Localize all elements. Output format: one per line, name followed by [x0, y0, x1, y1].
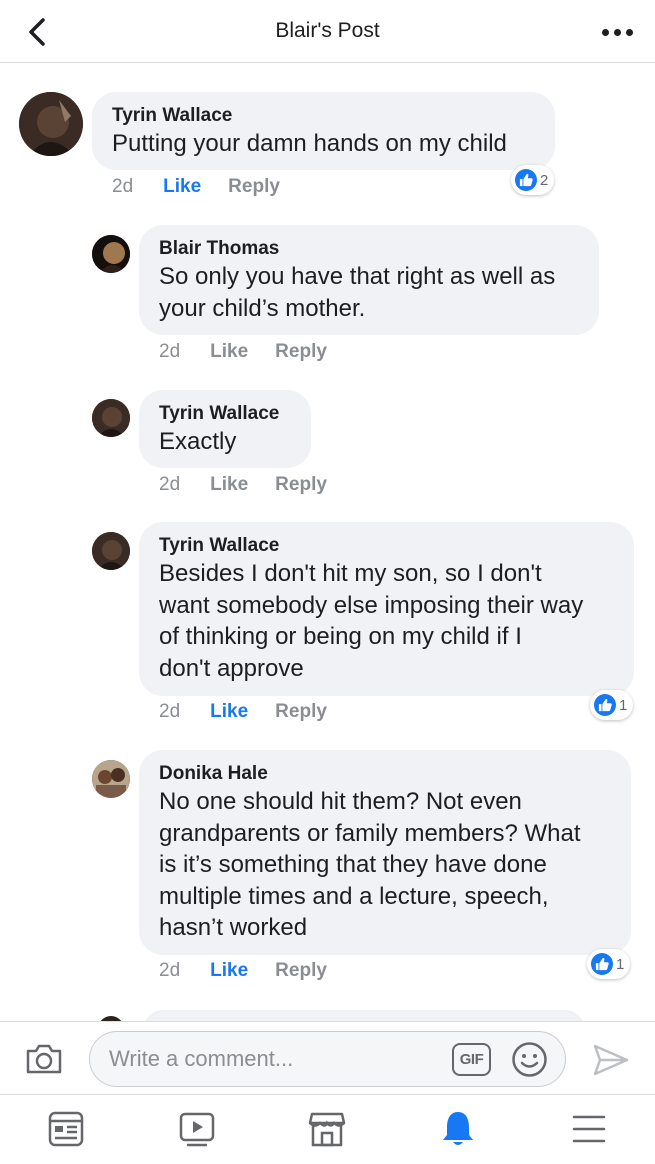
comment-composer: GIF — [0, 1021, 655, 1094]
comment-actions: 2d Like Reply — [159, 341, 327, 363]
emoji-icon — [512, 1042, 547, 1077]
comment-bubble: Tyrin Wallace Exactly — [139, 390, 311, 468]
header-bar: Blair's Post — [0, 0, 655, 63]
like-button[interactable]: Like — [210, 474, 248, 496]
more-dot — [613, 28, 621, 36]
avatar-image — [92, 532, 130, 570]
comment-timestamp: 2d — [159, 960, 181, 981]
reaction-number: 2 — [540, 171, 549, 189]
comment-text: No one should hit them? Not even grandpa… — [159, 788, 581, 941]
reaction-number: 1 — [619, 696, 628, 714]
like-button[interactable]: Like — [210, 341, 248, 363]
avatar[interactable] — [19, 92, 83, 156]
avatar[interactable] — [92, 235, 130, 273]
comment-actions: 2d Like Reply — [112, 176, 280, 198]
reaction-number: 1 — [616, 955, 625, 973]
tab-marketplace[interactable] — [305, 1109, 349, 1149]
comment-author[interactable]: Tyrin Wallace — [112, 104, 535, 128]
reaction-count[interactable]: 2 — [511, 165, 555, 195]
comment-actions: 2d Like Reply — [159, 960, 327, 982]
tab-menu[interactable] — [567, 1109, 611, 1149]
reply-button[interactable]: Reply — [228, 176, 280, 198]
send-button[interactable] — [591, 1042, 631, 1078]
comment-text: Exactly — [159, 428, 237, 455]
camera-icon — [26, 1044, 62, 1074]
news-feed-icon — [48, 1111, 84, 1147]
comment-timestamp: 2d — [159, 341, 181, 362]
reply-button[interactable]: Reply — [275, 341, 327, 363]
reaction-count[interactable]: 1 — [590, 690, 634, 720]
gif-button[interactable]: GIF — [452, 1043, 491, 1076]
comment-text: Putting your damn hands on my child — [112, 130, 507, 157]
camera-button[interactable] — [24, 1041, 64, 1077]
reaction-count[interactable]: 1 — [587, 949, 631, 979]
comment-timestamp: 2d — [159, 701, 181, 722]
like-button[interactable]: Like — [210, 960, 248, 982]
comment-timestamp: 2d — [112, 176, 134, 197]
comment-timestamp: 2d — [159, 474, 181, 495]
tab-watch[interactable] — [175, 1109, 219, 1149]
emoji-button[interactable] — [511, 1041, 548, 1078]
page-title: Blair's Post — [275, 19, 380, 42]
notifications-icon — [443, 1112, 473, 1145]
avatar-image — [92, 760, 130, 798]
avatar[interactable] — [92, 760, 130, 798]
marketplace-icon — [308, 1112, 346, 1147]
tab-news-feed[interactable] — [44, 1109, 88, 1149]
more-horizontal-icon — [601, 28, 609, 36]
avatar-image — [19, 92, 83, 156]
comment-author[interactable]: Blair Thomas — [159, 237, 579, 261]
comment-text: So only you have that right as well as y… — [159, 263, 556, 322]
bottom-tab-bar — [0, 1094, 655, 1164]
thumbs-up-icon — [515, 169, 537, 191]
comment-actions: 2d Like Reply — [159, 701, 327, 723]
avatar[interactable] — [92, 532, 130, 570]
thumbs-up-icon — [591, 953, 613, 975]
more-options-button[interactable] — [597, 22, 637, 42]
thumbs-up-icon — [594, 694, 616, 716]
menu-icon — [572, 1115, 606, 1143]
comment-author[interactable]: Tyrin Wallace — [159, 534, 614, 558]
comment-bubble: Blair Thomas So only you have that right… — [139, 225, 599, 335]
comment-author[interactable]: Tyrin Wallace — [159, 402, 291, 426]
comment-input[interactable] — [89, 1031, 566, 1087]
reply-button[interactable]: Reply — [275, 474, 327, 496]
reply-button[interactable]: Reply — [275, 701, 327, 723]
watch-icon — [179, 1112, 215, 1147]
comment-text: Besides I don't hit my son, so I don't w… — [159, 560, 584, 682]
comment-author[interactable]: Donika Hale — [159, 762, 611, 786]
comment-actions: 2d Like Reply — [159, 474, 327, 496]
comment-bubble: Donika Hale No one should hit them? Not … — [139, 750, 631, 955]
comment-bubble: Tyrin Wallace Besides I don't hit my son… — [139, 522, 634, 696]
avatar[interactable] — [92, 399, 130, 437]
reply-button[interactable]: Reply — [275, 960, 327, 982]
avatar-image — [92, 235, 130, 273]
like-button[interactable]: Like — [163, 176, 201, 198]
avatar-image — [92, 399, 130, 437]
send-icon — [593, 1044, 629, 1076]
comment-bubble: Tyrin Wallace Putting your damn hands on… — [92, 92, 555, 170]
tab-notifications[interactable] — [436, 1109, 480, 1149]
like-button[interactable]: Like — [210, 701, 248, 723]
more-dot — [625, 28, 633, 36]
